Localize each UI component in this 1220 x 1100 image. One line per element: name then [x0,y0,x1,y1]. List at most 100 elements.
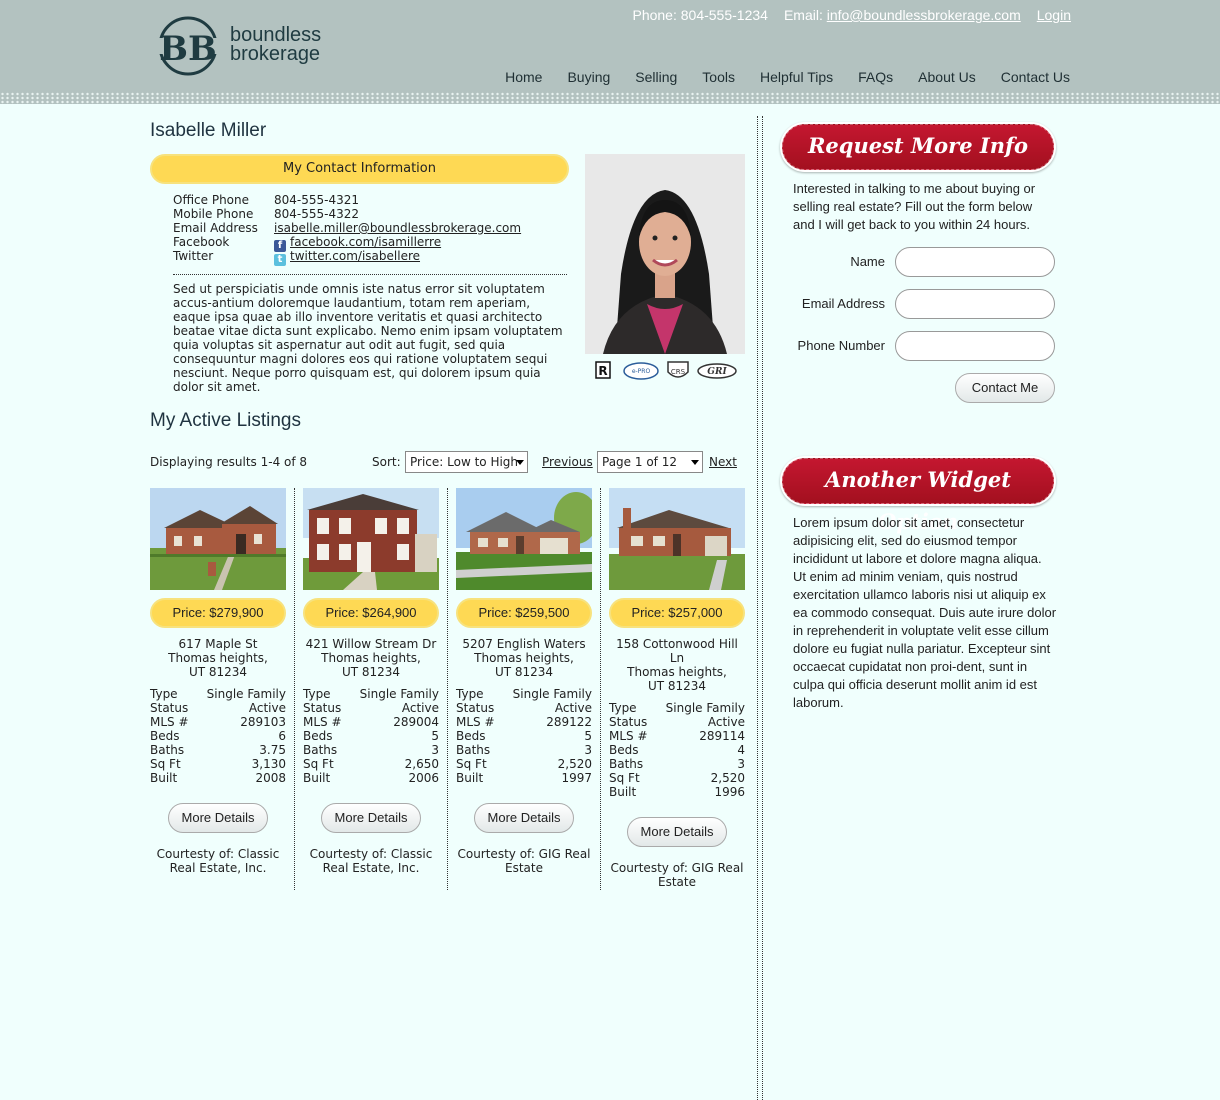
listing-photo[interactable] [150,488,286,590]
listing-card: Price: $257,000 158 Cottonwood Hill Ln T… [609,488,745,889]
another-widget-text: Lorem ipsum dolor sit amet, consectetur … [793,515,1057,710]
login-link[interactable]: Login [1037,7,1071,23]
listing-specs: Type Single Family Status Active MLS # 2890… [303,687,439,785]
header-email-link[interactable]: info@boundlessbrokerage.com [827,7,1021,23]
address-zip: UT 81234 [341,665,401,679]
contact-label: Email Address [173,221,258,235]
spec-value: 2006 [408,771,439,785]
logo-line-2: brokerage [230,43,321,65]
contact-label: Facebook [173,235,230,249]
nav-about-us[interactable]: About Us [918,69,976,85]
spec-label: Status [456,701,495,715]
spec-label: MLS # [150,715,189,729]
main-nav: Home Buying Selling Tools Helpful Tips F… [480,69,1070,85]
more-details-button[interactable]: More Details [627,817,727,847]
listing-specs: Type Single Family Status Active MLS # 2891… [456,687,592,785]
listing-photo[interactable] [303,488,439,590]
spec-type: Type Single Family [609,701,745,715]
listing-address: 617 Maple St Thomas heights, UT 81234 [150,637,286,679]
page-select[interactable]: Page 1 of 12 [597,451,703,473]
contact-info-heading: My Contact Information [150,154,569,184]
contact-row-twitter: Twitter t twitter.com/isabellere [173,249,521,266]
listing-price: Price: $259,500 [456,598,592,628]
spec-built: Built 1996 [609,785,745,799]
email-input[interactable] [895,289,1055,319]
spec-label: Beds [456,729,486,743]
nav-faqs[interactable]: FAQs [858,69,893,85]
previous-page-link[interactable]: Previous [542,455,593,469]
brand-logo[interactable]: BB boundless brokerage [156,14,326,78]
address-street: 5207 English Waters [462,637,586,651]
agent-email-link[interactable]: isabelle.miller@boundlessbrokerage.com [274,221,521,235]
listing-courtesy: Courtesty of: Classic Real Estate, Inc. [156,847,280,875]
spec-sqft: Sq Ft 3,130 [150,757,286,771]
listing-divider [294,488,295,890]
nav-home[interactable]: Home [505,69,542,85]
listing-specs: Type Single Family Status Active MLS # 2891… [150,687,286,785]
listing-card: Price: $264,900 421 Willow Stream Dr Tho… [303,488,439,875]
more-details-button[interactable]: More Details [168,803,268,833]
sort-select[interactable]: Price: Low to High [405,451,528,473]
address-city: Thomas heights, [168,651,268,665]
spec-label: Sq Ft [150,757,181,771]
spec-label: Type [609,701,637,715]
spec-label: Status [303,701,342,715]
listing-address: 421 Willow Stream Dr Thomas heights, UT … [303,637,439,679]
spec-label: Type [456,687,484,701]
facebook-link[interactable]: facebook.com/isamillerre [290,235,441,249]
spec-label: Built [150,771,178,785]
spec-beds: Beds 6 [150,729,286,743]
next-page-link[interactable]: Next [709,455,737,469]
spec-status: Status Active [609,715,745,729]
gri-badge-icon: GRI [697,363,737,379]
address-city: Thomas heights, [321,651,421,665]
twitter-icon: t [274,254,286,266]
contact-info-table: Office Phone 804-555-4321 Mobile Phone 8… [173,193,521,266]
office-phone-value: 804-555-4321 [274,193,360,207]
phone-input[interactable] [895,331,1055,361]
listing-divider [447,488,448,890]
spec-beds: Beds 4 [609,743,745,757]
spec-label: Built [609,785,637,799]
mobile-phone-value: 804-555-4322 [274,207,360,221]
listing-photo[interactable] [609,488,745,590]
listing-price: Price: $264,900 [303,598,439,628]
nav-tools[interactable]: Tools [702,69,735,85]
spec-label: Sq Ft [609,771,640,785]
spec-value: Active [248,701,286,715]
svg-text:R: R [598,364,607,378]
nav-contact-us[interactable]: Contact Us [1001,69,1070,85]
more-details-button[interactable]: More Details [474,803,574,833]
logo-wordmark: boundless brokerage [230,25,321,65]
address-street: 421 Willow Stream Dr [305,637,437,651]
listing-photo[interactable] [456,488,592,590]
spec-value: Active [554,701,592,715]
name-input[interactable] [895,247,1055,277]
spec-type: Type Single Family [456,687,592,701]
spec-sqft: Sq Ft 2,650 [303,757,439,771]
contact-me-button[interactable]: Contact Me [955,373,1055,403]
spec-beds: Beds 5 [303,729,439,743]
phone-value: 804-555-1234 [680,7,768,23]
more-details-button[interactable]: More Details [321,803,421,833]
spec-type: Type Single Family [150,687,286,701]
epro-badge-icon: e-PRO [623,362,659,380]
nav-buying[interactable]: Buying [567,69,610,85]
agent-bio: Sed ut perspiciatis unde omnis iste natu… [173,282,563,394]
nav-selling[interactable]: Selling [635,69,677,85]
listing-price: Price: $279,900 [150,598,286,628]
request-info-text: Interested in talking to me about buying… [793,181,1036,232]
nav-helpful-tips[interactable]: Helpful Tips [760,69,833,85]
header-dotted-stripe [0,92,1220,104]
spec-value: 3.75 [259,743,286,757]
agent-photo [585,154,745,354]
spec-value: 289122 [546,715,592,729]
chevron-down-icon [691,460,699,465]
address-city: Thomas heights, [474,651,574,665]
listing-divider [600,488,601,890]
svg-text:e-PRO: e-PRO [632,368,651,375]
listing-address: 5207 English Waters Thomas heights, UT 8… [456,637,592,679]
listing-courtesy: Courtesty of: GIG Real Estate [457,847,591,875]
twitter-link[interactable]: twitter.com/isabellere [290,249,420,263]
spec-baths: Baths 3 [609,757,745,771]
